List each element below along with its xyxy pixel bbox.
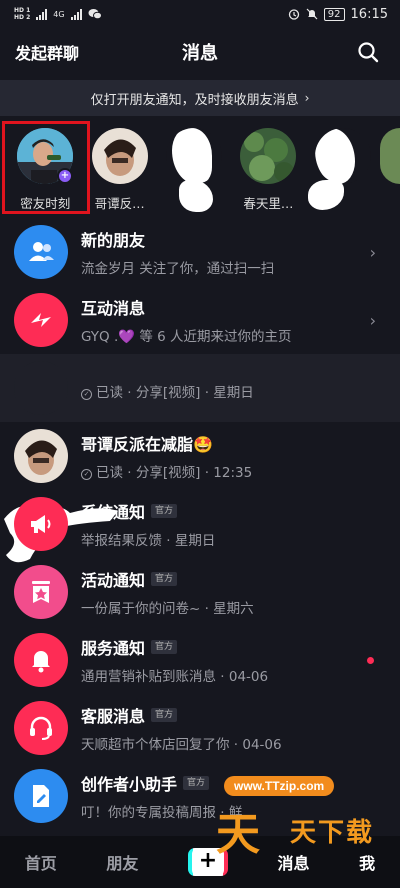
- status-left: HD 1 HD 2 4G: [14, 7, 102, 21]
- message-list: 新的朋友 流金岁月 关注了你，通过扫一扫 › 互动消息 GYQ .💜 等 6 人…: [0, 218, 400, 830]
- row-subtitle-detail: · 分享[视频] · 12:35: [123, 465, 253, 481]
- list-item-chat[interactable]: 哥谭反派在减脂🤩 ✓ 已读 · 分享[视频] · 12:35: [0, 422, 400, 490]
- row-title: 创作者小助手: [81, 775, 178, 794]
- chevron-right-icon: ›: [304, 91, 310, 105]
- friend-item[interactable]: 哥谭反…: [82, 120, 156, 212]
- search-icon[interactable]: [356, 40, 380, 64]
- official-badge: 官方: [151, 504, 178, 518]
- nav-me[interactable]: 我: [359, 850, 375, 874]
- row-title: 活动通知: [81, 571, 146, 590]
- status-bar: HD 1 HD 2 4G 92 16:15: [0, 0, 400, 28]
- start-group-chat-button[interactable]: 发起群聊: [15, 40, 79, 64]
- nav-messages[interactable]: 消息: [278, 850, 310, 874]
- nav-home[interactable]: 首页: [25, 850, 57, 874]
- list-item-service-notice[interactable]: 服务通知 官方 通用营销补贴到账消息 · 04-06: [0, 626, 400, 694]
- read-status: 已读: [96, 465, 123, 481]
- list-item-customer-service[interactable]: 客服消息 官方 天顺超市个体店回复了你 · 04-06: [0, 694, 400, 762]
- row-title: 客服消息: [81, 707, 146, 726]
- friend-item-close-moments[interactable]: + 密友时刻: [8, 120, 82, 212]
- hd-1-label: HD 1: [14, 7, 31, 14]
- list-item-chat[interactable]: ✓ 已读 · 分享[视频] · 星期日: [0, 354, 400, 563]
- status-right: 92 16:15: [288, 7, 388, 22]
- official-badge: 官方: [151, 572, 178, 586]
- battery-indicator: 92: [323, 7, 345, 21]
- read-status: 已读: [96, 385, 123, 401]
- row-title: 服务通知: [81, 639, 146, 658]
- hd-2-label: HD 2: [14, 14, 31, 21]
- friend-item[interactable]: [157, 120, 231, 212]
- megaphone-icon: [14, 497, 68, 551]
- row-subtitle: 叮！你的专属投稿周报 · 鲜…: [81, 805, 256, 821]
- avatar-redacted: [4, 361, 118, 563]
- friend-item[interactable]: [306, 120, 380, 210]
- official-badge: 官方: [151, 708, 178, 722]
- avatar-redacted: [166, 128, 223, 184]
- add-moment-icon[interactable]: +: [57, 168, 73, 184]
- friend-name: 哥谭反…: [94, 196, 145, 211]
- star-bookmark-icon: [14, 565, 68, 619]
- signal-icon: [36, 8, 48, 20]
- friend-name: 春天里…: [243, 196, 294, 211]
- row-title: 新的朋友: [81, 231, 146, 250]
- mute-bell-icon: [306, 8, 318, 20]
- alarm-icon: [288, 9, 299, 20]
- avatar: [14, 429, 68, 483]
- avatar: [240, 128, 297, 184]
- list-item-new-friends[interactable]: 新的朋友 流金岁月 关注了你，通过扫一扫 ›: [0, 218, 400, 286]
- hd-indicator: HD 1 HD 2: [14, 7, 30, 21]
- read-check-icon: ✓: [81, 389, 92, 400]
- nav-friends[interactable]: 朋友: [106, 850, 138, 874]
- row-subtitle: 举报结果反馈 · 星期日: [81, 533, 216, 549]
- friend-item[interactable]: [380, 120, 400, 184]
- avatar: [91, 128, 148, 184]
- read-check-icon: ✓: [81, 469, 92, 480]
- row-title: 系统通知: [81, 503, 146, 522]
- friend-moments-strip: + 密友时刻 哥谭反… 春天里…: [0, 120, 400, 216]
- avatar-redacted: [314, 128, 371, 184]
- chevron-right-icon: ›: [369, 243, 376, 262]
- friend-item[interactable]: 春天里…: [231, 120, 305, 212]
- list-item-activity-notice[interactable]: 活动通知 官方 一份属于你的问卷~ · 星期六: [0, 558, 400, 626]
- redaction-mark: [307, 180, 344, 210]
- list-item-creator-assistant[interactable]: 创作者小助手 官方 叮！你的专属投稿周报 · 鲜…: [0, 762, 400, 830]
- edit-doc-icon: [14, 769, 68, 823]
- row-subtitle: ✓ 已读 · 分享[视频] · 12:35: [81, 461, 400, 481]
- create-button[interactable]: +: [187, 848, 228, 876]
- avatar: [380, 128, 400, 184]
- unread-dot: [367, 657, 374, 664]
- lightning-icon: [14, 293, 68, 347]
- plus-icon: +: [191, 848, 224, 876]
- headset-icon: [14, 701, 68, 755]
- row-title: 互动消息: [81, 299, 146, 318]
- row-subtitle: 天顺超市个体店回复了你 · 04-06: [81, 737, 282, 753]
- signal-icon-2: [70, 8, 82, 20]
- wechat-icon: [88, 9, 102, 20]
- bell-icon: [14, 633, 68, 687]
- official-badge: 官方: [183, 776, 210, 790]
- notice-text: 仅打开朋友通知，及时接收朋友消息: [90, 92, 299, 108]
- row-subtitle: GYQ .💜 等 6 人近期来过你的主页: [81, 329, 292, 345]
- list-item-interactions[interactable]: 互动消息 GYQ .💜 等 6 人近期来过你的主页 ›: [0, 286, 400, 354]
- chevron-right-icon: ›: [369, 311, 376, 330]
- list-item-system-notice[interactable]: 系统通知 官方 举报结果反馈 · 星期日: [0, 490, 400, 558]
- redaction-mark: [178, 180, 213, 212]
- official-badge: 官方: [151, 640, 178, 654]
- row-subtitle: ✓ 已读 · 分享[视频] · 星期日: [81, 381, 400, 401]
- network-label: 4G: [53, 9, 65, 19]
- bottom-nav: 首页 朋友 + 消息 我: [0, 836, 400, 888]
- row-subtitle: 通用营销补贴到账消息 · 04-06: [81, 669, 269, 685]
- row-subtitle: 一份属于你的问卷~ · 星期六: [81, 601, 254, 617]
- header: 发起群聊 消息: [0, 28, 400, 76]
- clock: 16:15: [350, 6, 388, 22]
- friend-notification-banner[interactable]: 仅打开朋友通知，及时接收朋友消息 ›: [0, 80, 400, 116]
- friend-name: 密友时刻: [20, 196, 71, 211]
- row-title: 哥谭反派在减脂🤩: [81, 435, 213, 454]
- row-subtitle: 流金岁月 关注了你，通过扫一扫: [81, 261, 275, 277]
- people-icon: [14, 225, 68, 279]
- row-subtitle-detail: · 分享[视频] · 星期日: [123, 385, 254, 401]
